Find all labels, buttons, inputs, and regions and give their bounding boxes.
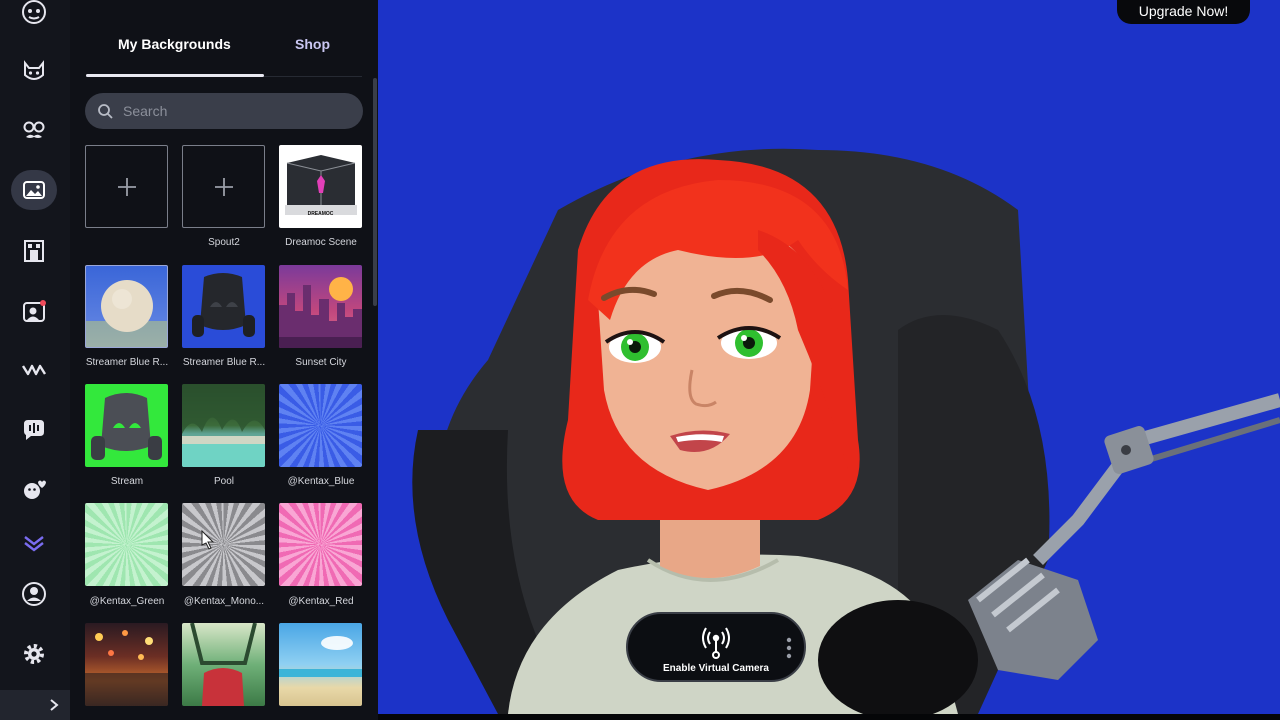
active-tab-indicator bbox=[86, 74, 264, 77]
add-background-tile[interactable] bbox=[85, 145, 168, 228]
voice-icon[interactable] bbox=[11, 410, 57, 450]
tile-caption: Stream bbox=[110, 476, 144, 487]
search-box[interactable] bbox=[85, 93, 363, 129]
expand-icon bbox=[50, 699, 59, 711]
kentax-mono-tile[interactable] bbox=[182, 503, 265, 586]
settings-icon[interactable] bbox=[11, 634, 57, 674]
emote-icon[interactable] bbox=[11, 470, 57, 510]
search-input[interactable] bbox=[123, 103, 343, 119]
panel-tabs: My Backgrounds Shop bbox=[86, 30, 362, 78]
sunset-city-tile[interactable] bbox=[279, 265, 362, 348]
tab-my-backgrounds[interactable]: My Backgrounds bbox=[118, 36, 231, 52]
backgrounds-panel: My Backgrounds Shop Spout2 bbox=[70, 0, 378, 720]
tile-caption: Streamer Blue R... bbox=[182, 357, 266, 368]
avatar-preview: Upgrade Now! Enable Virtual Camera bbox=[378, 0, 1280, 714]
cat-mask-icon[interactable] bbox=[11, 51, 57, 91]
tab-shop[interactable]: Shop bbox=[295, 36, 330, 52]
jungle-car-tile[interactable] bbox=[182, 623, 265, 706]
search-icon bbox=[98, 104, 113, 119]
motion-icon[interactable] bbox=[11, 350, 57, 390]
streamer-blue-room-tile[interactable] bbox=[85, 265, 168, 348]
logo-icon[interactable] bbox=[11, 0, 57, 32]
tile-caption: Dreamoc Scene bbox=[285, 237, 357, 248]
tile-caption: Sunset City bbox=[295, 357, 347, 368]
avatar-scene bbox=[412, 148, 1280, 714]
profile-icon[interactable] bbox=[11, 574, 57, 614]
bottom-strip bbox=[378, 714, 1280, 720]
upgrade-now-button[interactable]: Upgrade Now! bbox=[1117, 0, 1250, 24]
add-spout2-tile[interactable] bbox=[182, 145, 265, 228]
tile-caption: Streamer Blue R... bbox=[85, 357, 169, 368]
panel-scrollbar[interactable] bbox=[373, 78, 377, 306]
kentax-blue-tile[interactable] bbox=[279, 384, 362, 467]
icon-rail bbox=[0, 0, 70, 720]
tile-caption: @Kentax_Red bbox=[288, 596, 354, 607]
expand-button[interactable] bbox=[0, 690, 70, 720]
dreamoc-scene-tile[interactable]: DREAMOC bbox=[279, 145, 362, 228]
dreamoc-inner-text: DREAMOC bbox=[307, 211, 334, 217]
tile-caption: @Kentax_Green bbox=[89, 596, 165, 607]
beach-tile[interactable] bbox=[279, 623, 362, 706]
camera-face-icon[interactable] bbox=[11, 291, 57, 331]
stream-tile[interactable] bbox=[85, 384, 168, 467]
chevron-stack-icon[interactable] bbox=[11, 524, 57, 564]
scene-icon[interactable] bbox=[11, 231, 57, 271]
broadcast-icon bbox=[702, 627, 730, 659]
streamer-blue-room-chair-tile[interactable] bbox=[182, 265, 265, 348]
plus-icon bbox=[214, 177, 233, 196]
night-market-tile[interactable] bbox=[85, 623, 168, 706]
app-window: My Backgrounds Shop Spout2 bbox=[0, 0, 1280, 720]
enable-virtual-camera-button[interactable]: Enable Virtual Camera bbox=[626, 612, 806, 682]
glasses-mustache-icon[interactable] bbox=[11, 110, 57, 150]
tile-caption: Spout2 bbox=[208, 237, 240, 248]
kentax-green-tile[interactable] bbox=[85, 503, 168, 586]
tile-caption: @Kentax_Blue bbox=[287, 476, 355, 487]
tile-caption: Pool bbox=[213, 476, 234, 487]
plus-icon bbox=[117, 177, 136, 196]
virtual-camera-label: Enable Virtual Camera bbox=[663, 663, 769, 674]
pool-tile[interactable] bbox=[182, 384, 265, 467]
tile-caption: @Kentax_Mono... bbox=[183, 596, 265, 607]
backgrounds-icon[interactable] bbox=[11, 170, 57, 210]
kentax-red-tile[interactable] bbox=[279, 503, 362, 586]
cursor-icon bbox=[201, 529, 215, 550]
more-options-icon[interactable] bbox=[786, 636, 792, 660]
